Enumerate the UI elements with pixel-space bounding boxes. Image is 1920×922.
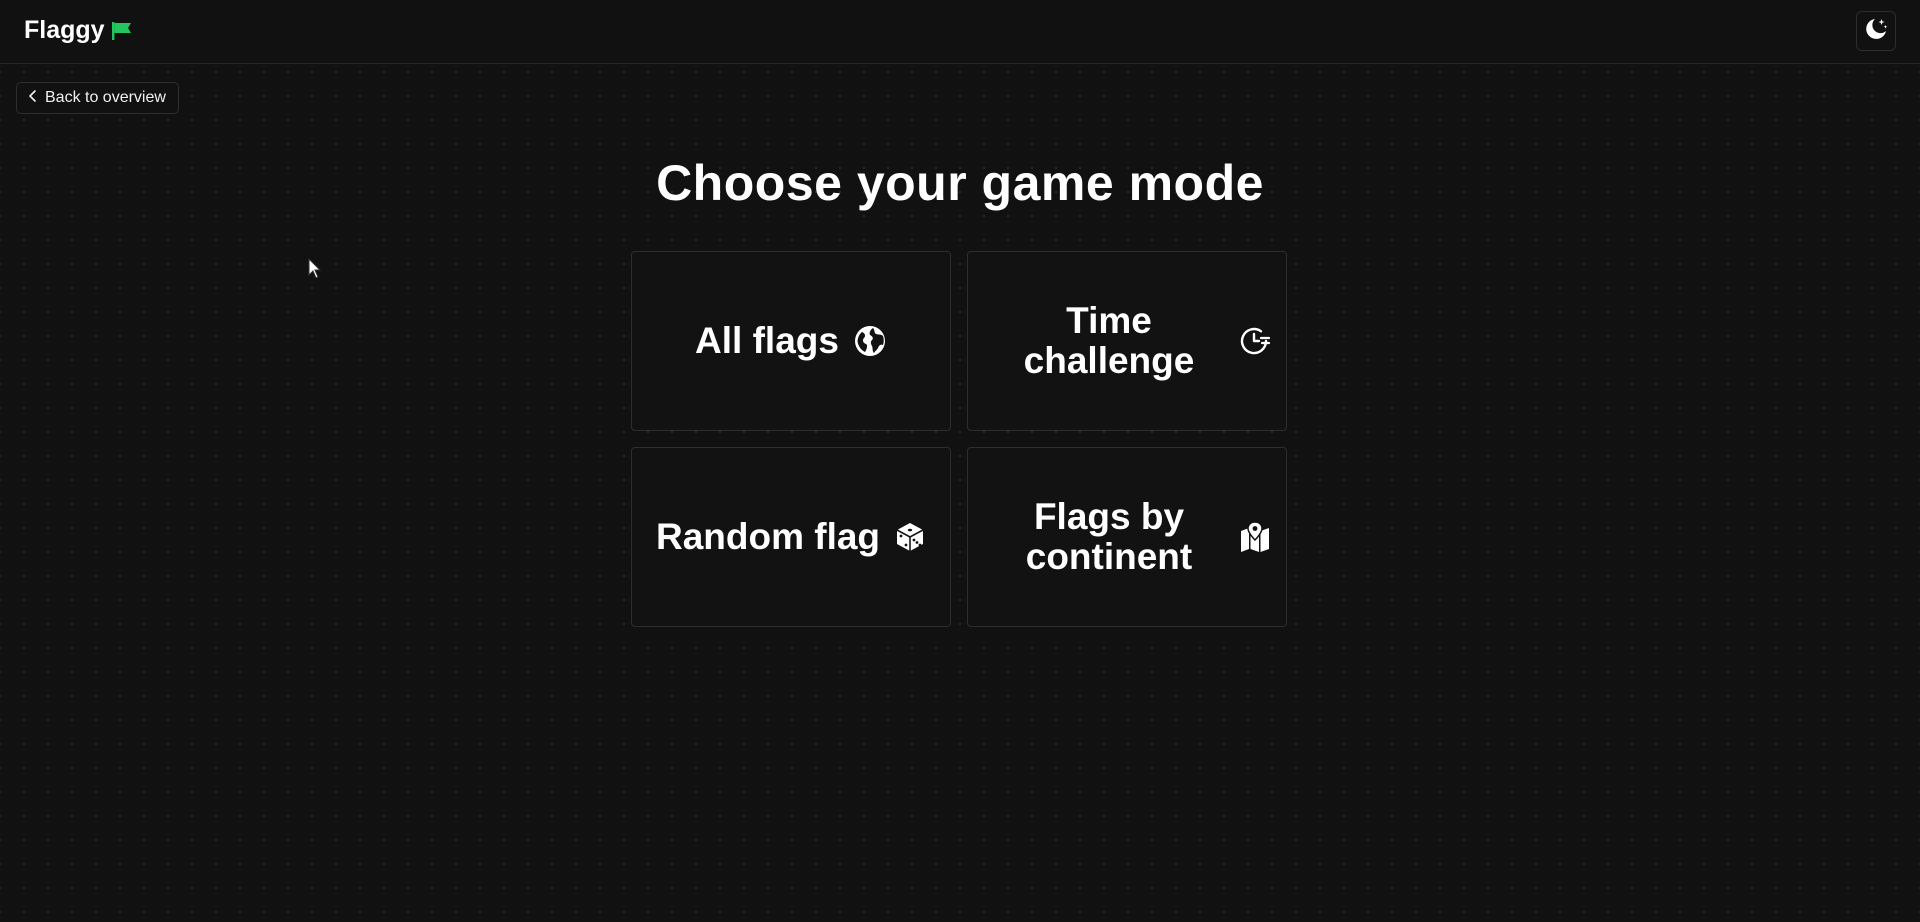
mode-card-flags-by-continent[interactable]: Flags by continent bbox=[967, 447, 1287, 627]
green-flag-icon bbox=[111, 21, 133, 41]
top-bar: Flaggy bbox=[0, 0, 1920, 64]
mode-card-random-flag[interactable]: Random flag bbox=[631, 447, 951, 627]
clock-icon bbox=[1239, 325, 1271, 357]
app-name: Flaggy bbox=[24, 16, 105, 44]
mode-label: Flags by continent bbox=[1025, 496, 1193, 577]
mode-label: Random flag bbox=[655, 516, 881, 557]
page-title: Choose your game mode bbox=[656, 155, 1264, 211]
dice-icon bbox=[894, 521, 926, 553]
theme-toggle-button[interactable] bbox=[1856, 11, 1896, 51]
back-to-overview-button[interactable]: Back to overview bbox=[16, 82, 179, 114]
mode-label: Time challenge bbox=[1023, 300, 1195, 381]
back-button-label: Back to overview bbox=[45, 89, 166, 106]
mode-label: All flags bbox=[695, 320, 839, 361]
globe-icon bbox=[853, 324, 887, 358]
map-pin-icon bbox=[1239, 521, 1271, 553]
moon-stars-icon bbox=[1863, 16, 1889, 47]
mode-card-all-flags[interactable]: All flags bbox=[631, 251, 951, 431]
chevron-left-icon bbox=[27, 89, 39, 108]
mouse-cursor bbox=[308, 257, 322, 285]
mode-card-time-challenge[interactable]: Time challenge bbox=[967, 251, 1287, 431]
app-logo[interactable]: Flaggy bbox=[24, 16, 133, 45]
